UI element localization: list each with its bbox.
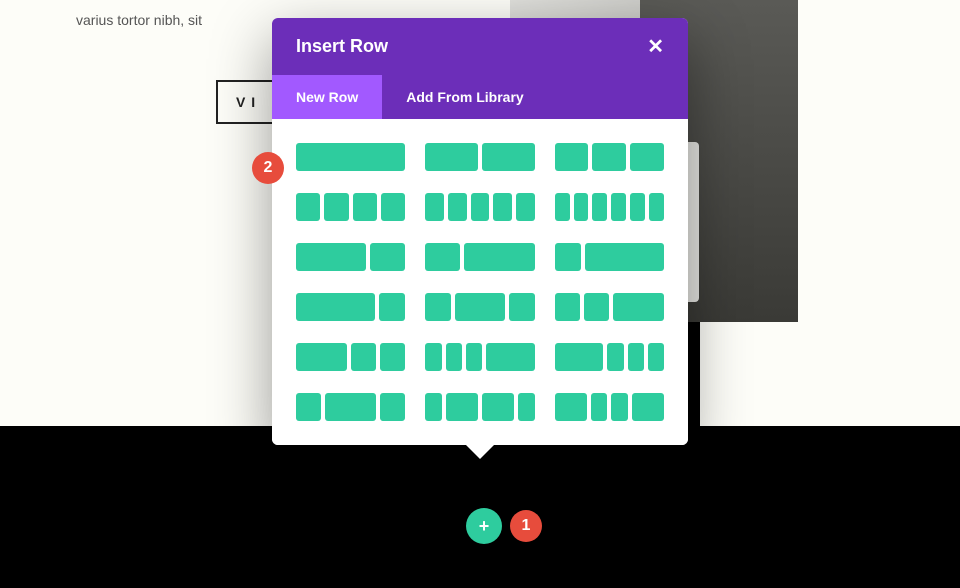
body-text: varius tortor nibh, sit (76, 12, 202, 28)
layout-col (509, 293, 534, 321)
layout-col (630, 143, 664, 171)
layout-col (370, 243, 405, 271)
layout-col (296, 143, 405, 171)
layout-col (555, 343, 604, 371)
layout-col (628, 343, 644, 371)
layout-option-sixth-third-third-sixth[interactable] (425, 393, 534, 421)
plus-icon: + (479, 516, 490, 537)
insert-row-modal: Insert Row ✕ New Row Add From Library (272, 18, 688, 445)
layout-col (471, 193, 490, 221)
layout-col (379, 293, 405, 321)
layout-col (466, 343, 482, 371)
layout-option-quarter-half-quarter[interactable] (425, 293, 534, 321)
layout-col (482, 393, 514, 421)
layout-col (632, 393, 664, 421)
layout-col (296, 343, 347, 371)
layout-option-quarter-half-quarter-b[interactable] (296, 393, 405, 421)
layout-col (324, 193, 348, 221)
layout-col (380, 343, 405, 371)
layout-col (611, 193, 626, 221)
layout-col (516, 193, 535, 221)
layout-col (353, 193, 377, 221)
layout-option-half-half[interactable] (425, 143, 534, 171)
tab-new-row[interactable]: New Row (272, 75, 382, 119)
tab-add-from-library[interactable]: Add From Library (382, 75, 547, 119)
layout-option-half-quarter-quarter[interactable] (296, 343, 405, 371)
layout-option-full[interactable] (296, 143, 405, 171)
layout-col (296, 243, 366, 271)
layout-col (584, 293, 609, 321)
layout-col (296, 393, 321, 421)
layout-col (425, 343, 441, 371)
layout-col (592, 193, 607, 221)
layout-col (464, 243, 534, 271)
layout-col (425, 393, 441, 421)
layout-col (482, 143, 535, 171)
layout-col (448, 193, 467, 221)
layout-option-third-sixth-sixth-third[interactable] (555, 393, 664, 421)
layout-col (296, 193, 320, 221)
layout-option-quarter-quarter-half[interactable] (555, 293, 664, 321)
layout-col (574, 193, 589, 221)
layout-col (592, 143, 626, 171)
layout-option-fifths[interactable] (425, 193, 534, 221)
layout-col (455, 293, 506, 321)
layout-col (446, 343, 462, 371)
layout-col (425, 243, 460, 271)
layout-col (325, 393, 376, 421)
layout-option-half-sixth-sixth-sixth[interactable] (555, 343, 664, 371)
layout-col (555, 393, 587, 421)
layout-col (425, 193, 444, 221)
modal-header: Insert Row ✕ (272, 18, 688, 75)
layout-col (493, 193, 512, 221)
layout-col (518, 393, 534, 421)
layout-option-sixths[interactable] (555, 193, 664, 221)
layout-col (555, 143, 589, 171)
modal-tabs: New Row Add From Library (272, 75, 688, 119)
layout-col (486, 343, 535, 371)
layout-col (446, 393, 478, 421)
layout-col (613, 293, 664, 321)
layout-col (611, 393, 627, 421)
layout-col (630, 193, 645, 221)
layout-grid (272, 119, 688, 445)
layout-col (351, 343, 376, 371)
layout-option-quarter-three-quarter[interactable] (555, 243, 664, 271)
layout-col (425, 143, 478, 171)
cta-button-partial[interactable]: V I (216, 80, 276, 124)
layout-col (555, 193, 570, 221)
layout-col (380, 393, 405, 421)
layout-option-sixth-sixth-sixth-half[interactable] (425, 343, 534, 371)
layout-option-thirds[interactable] (555, 143, 664, 171)
layout-col (381, 193, 405, 221)
annotation-badge-1: 1 (510, 510, 542, 542)
layout-col (555, 243, 581, 271)
layout-col (607, 343, 623, 371)
layout-col (296, 293, 375, 321)
layout-col (425, 293, 450, 321)
modal-arrow-icon (466, 445, 494, 459)
layout-col (591, 393, 607, 421)
annotation-badge-2: 2 (252, 152, 284, 184)
add-section-button[interactable]: + (466, 508, 502, 544)
layout-col (555, 293, 580, 321)
modal-title: Insert Row (296, 36, 388, 57)
layout-option-two-third-third[interactable] (296, 243, 405, 271)
layout-col (585, 243, 664, 271)
layout-col (648, 343, 664, 371)
layout-option-quarters[interactable] (296, 193, 405, 221)
layout-option-third-two-third[interactable] (425, 243, 534, 271)
layout-col (649, 193, 664, 221)
close-icon[interactable]: ✕ (647, 37, 664, 57)
layout-option-three-quarter-quarter[interactable] (296, 293, 405, 321)
